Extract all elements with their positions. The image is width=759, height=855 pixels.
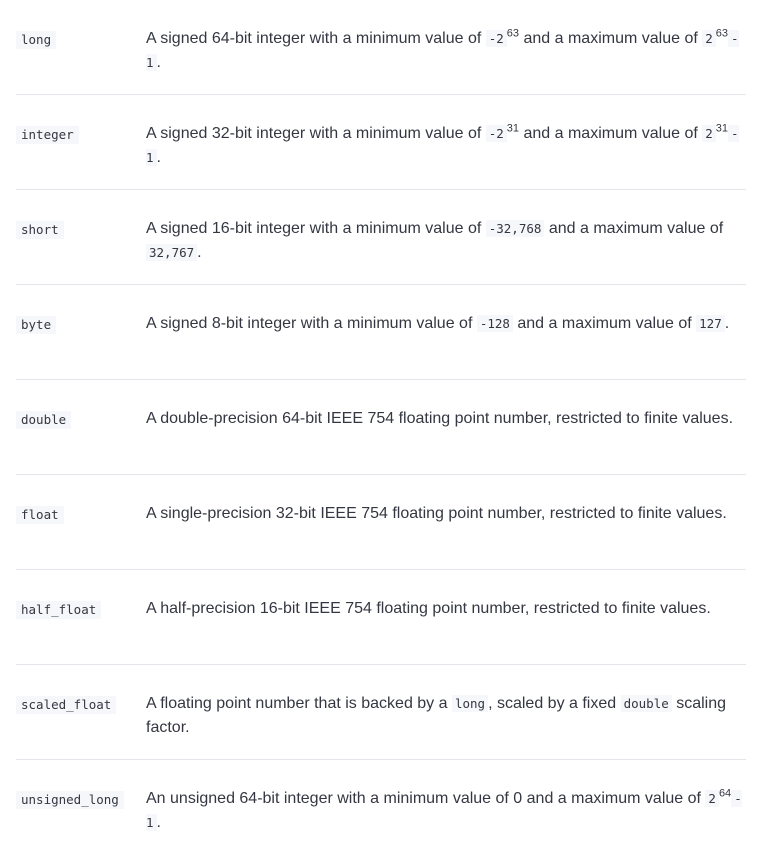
description-text: . xyxy=(156,149,161,166)
field-type-description: A signed 32-bit integer with a minimum v… xyxy=(146,122,746,170)
exponent: 64 xyxy=(718,787,732,800)
table-row: half_float A half-precision 16-bit IEEE 7… xyxy=(16,570,746,665)
description-text: A double-precision 64-bit IEEE 754 float… xyxy=(146,410,734,427)
table-row: integer A signed 32-bit integer with a mi… xyxy=(16,95,746,190)
inline-code: 32,767 xyxy=(146,244,198,261)
table-row: double A double-precision 64-bit IEEE 754… xyxy=(16,380,746,475)
table-row: unsigned_long An unsigned 64-bit integer … xyxy=(16,760,746,855)
inline-code: -2 xyxy=(485,30,507,47)
inline-code: long xyxy=(451,695,489,712)
description-text: . xyxy=(156,54,161,71)
field-type-description: A floating point number that is backed b… xyxy=(146,692,746,740)
description-text: . xyxy=(156,814,161,831)
inline-code: 2 xyxy=(702,125,716,142)
numeric-types-table: long A signed 64-bit integer with a minim… xyxy=(16,0,746,855)
field-type-name: half_float xyxy=(16,601,102,619)
table-row: byte A signed 8-bit integer with a minimu… xyxy=(16,285,746,380)
field-type-name: scaled_float xyxy=(16,696,117,714)
inline-code: double xyxy=(620,695,672,712)
description-text: . xyxy=(197,244,202,261)
description-text: and a maximum value of xyxy=(544,220,724,237)
field-type-name: float xyxy=(16,506,64,524)
description-text: , scaled by a fixed xyxy=(488,695,621,712)
inline-code: -128 xyxy=(476,315,513,332)
field-type-name: short xyxy=(16,221,64,239)
description-text: A signed 16-bit integer with a minimum v… xyxy=(146,220,486,237)
field-type-description: An unsigned 64-bit integer with a minimu… xyxy=(146,787,746,835)
field-type-name: unsigned_long xyxy=(16,791,124,809)
inline-code: 2 xyxy=(702,30,716,47)
field-type-description: A single-precision 32-bit IEEE 754 float… xyxy=(146,502,746,526)
description-text: and a maximum value of xyxy=(519,125,703,142)
inline-code: -2 xyxy=(485,125,507,142)
field-type-description: A signed 64-bit integer with a minimum v… xyxy=(146,27,746,75)
exponent: 31 xyxy=(715,122,729,135)
description-text: and a maximum value of xyxy=(519,30,703,47)
description-text: A signed 64-bit integer with a minimum v… xyxy=(146,30,486,47)
description-text: A half-precision 16-bit IEEE 754 floatin… xyxy=(146,600,711,617)
field-type-description: A signed 8-bit integer with a minimum va… xyxy=(146,312,746,336)
table-row: scaled_float A floating point number that… xyxy=(16,665,746,760)
field-type-description: A half-precision 16-bit IEEE 754 floatin… xyxy=(146,597,746,621)
field-type-description: A double-precision 64-bit IEEE 754 float… xyxy=(146,407,746,431)
table-row: short A signed 16-bit integer with a mini… xyxy=(16,190,746,285)
table-row: long A signed 64-bit integer with a minim… xyxy=(16,0,746,95)
description-text: An unsigned 64-bit integer with a minimu… xyxy=(146,790,706,807)
inline-code: 127 xyxy=(696,315,725,332)
inline-code: -32,768 xyxy=(485,220,545,237)
inline-code: 2 xyxy=(705,790,719,807)
exponent: 31 xyxy=(506,122,520,135)
field-type-name: integer xyxy=(16,126,79,144)
description-text: A floating point number that is backed b… xyxy=(146,695,452,712)
exponent: 63 xyxy=(506,27,520,40)
field-type-name: double xyxy=(16,411,72,429)
field-type-name: long xyxy=(16,31,57,49)
description-text: A single-precision 32-bit IEEE 754 float… xyxy=(146,505,727,522)
table-row: float A single-precision 32-bit IEEE 754 … xyxy=(16,475,746,570)
field-type-name: byte xyxy=(16,316,57,334)
description-text: A signed 8-bit integer with a minimum va… xyxy=(146,315,477,332)
description-text: . xyxy=(724,315,730,332)
description-text: and a maximum value of xyxy=(512,315,697,332)
exponent: 63 xyxy=(715,27,729,40)
field-type-description: A signed 16-bit integer with a minimum v… xyxy=(146,217,746,265)
description-text: A signed 32-bit integer with a minimum v… xyxy=(146,125,486,142)
